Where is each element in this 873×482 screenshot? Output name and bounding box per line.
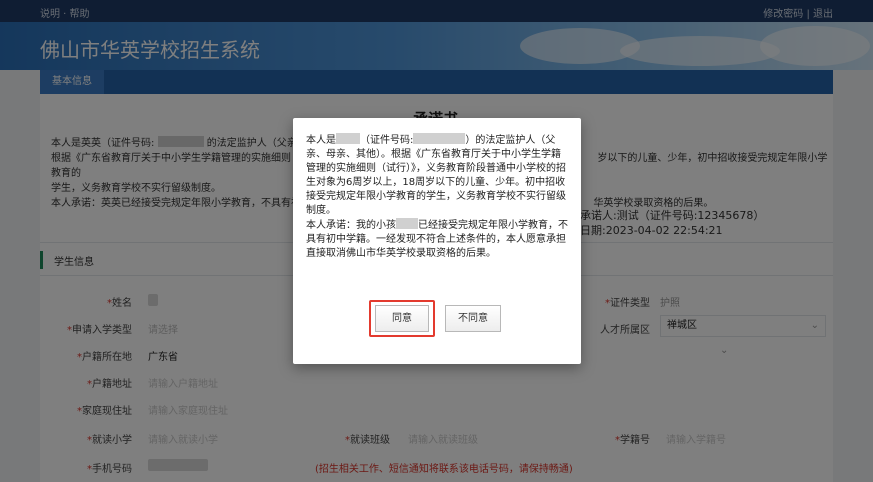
redacted-child-name <box>336 133 360 144</box>
commitment-dialog: 本人是 （证件号码: ）的法定监护人（父亲、母亲、其他）。根据《广东省教育厅关于中小… <box>293 118 581 364</box>
dialog-paragraph-2: 本人承诺：我的小孩 已经接受完规定年限小学教育，不具有初中学籍。一经发现不符合上述… <box>306 218 568 259</box>
redacted-child-name <box>396 218 418 229</box>
agree-button[interactable]: 同意 <box>375 305 429 332</box>
disagree-button[interactable]: 不同意 <box>445 305 501 332</box>
dialog-paragraph-1: 本人是 （证件号码: ）的法定监护人（父亲、母亲、其他）。根据《广东省教育厅关于中小… <box>306 133 566 216</box>
redacted-id-number <box>413 133 466 144</box>
dialog-text: 本人是 （证件号码: ）的法定监护人（父亲、母亲、其他）。根据《广东省教育厅关于中小… <box>306 133 568 261</box>
